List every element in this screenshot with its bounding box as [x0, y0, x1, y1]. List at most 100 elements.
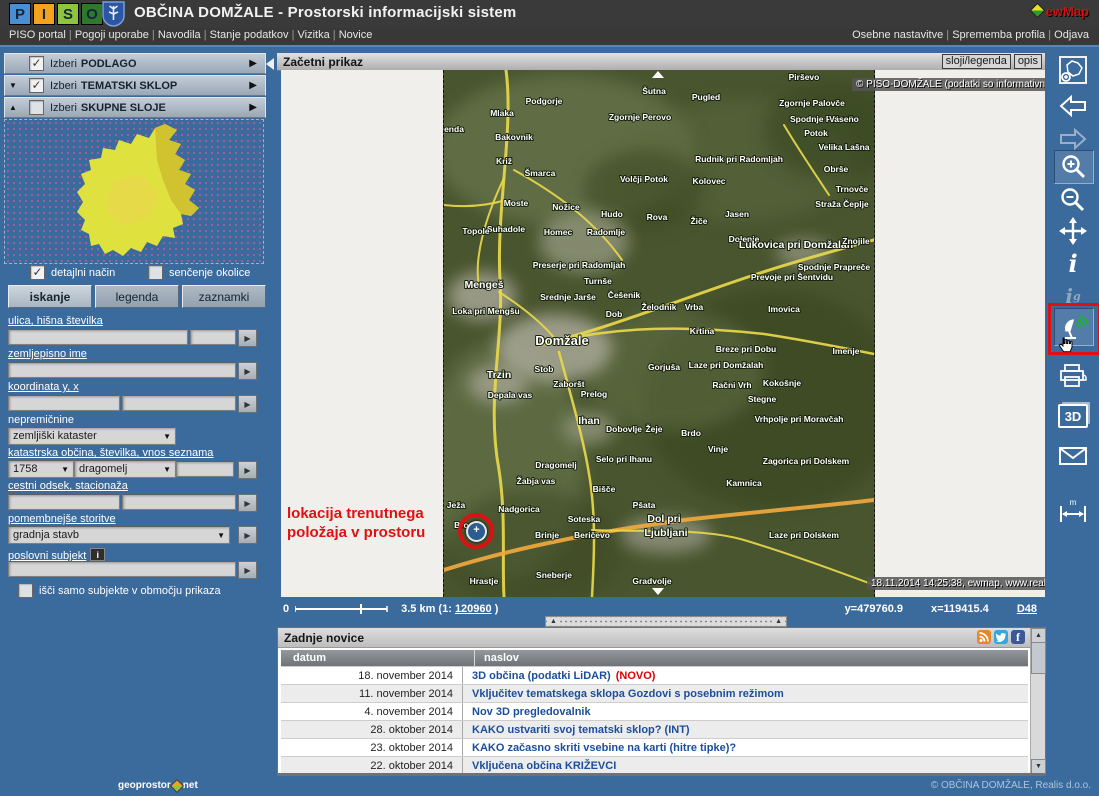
realestate-select[interactable]: zemljiški kataster ▼	[8, 427, 176, 445]
geoprostor-logo[interactable]: geoprostornet	[118, 780, 198, 791]
gps-position-marker[interactable]: +	[466, 521, 487, 542]
menu-item[interactable]: Vizitka	[298, 29, 330, 41]
news-scrollbar[interactable]: ▲ ▼	[1030, 628, 1045, 774]
menu-item[interactable]: Odjava	[1054, 29, 1089, 41]
municipality-overview-map[interactable]	[4, 119, 264, 264]
zoom-out-button[interactable]	[1054, 184, 1092, 216]
street-search-button[interactable]: ▶	[238, 329, 257, 347]
realestate-value: zemljiški kataster	[13, 430, 97, 442]
layers-legend-button[interactable]: sloji/legenda	[942, 54, 1011, 69]
aerial-map-image[interactable]: PirševoŠutnaPodgorjePugledZgornje Palovč…	[443, 70, 875, 597]
geoname-label[interactable]: zemljepisno ime	[8, 348, 87, 360]
map-place-label: Zgornje Perovo	[609, 112, 671, 122]
street-number-input[interactable]	[190, 329, 236, 345]
road-search-button[interactable]: ▶	[238, 494, 257, 512]
services-search-button[interactable]: ▶	[238, 526, 257, 544]
realestate-label: nepremičnine	[8, 414, 74, 426]
pan-up-arrow[interactable]	[652, 71, 664, 78]
news-link[interactable]: Nov 3D pregledovalnik	[472, 706, 591, 718]
scrollbar-thumb[interactable]	[1031, 642, 1046, 674]
services-label[interactable]: pomembnejše storitve	[8, 513, 116, 525]
tab-legenda[interactable]: legenda	[95, 285, 179, 308]
road-section-input[interactable]	[8, 494, 120, 510]
podlago-checkbox[interactable]: ✓	[29, 56, 44, 71]
cadastral-code-select[interactable]: 1758 ▼	[8, 460, 74, 478]
section-tematski-sklop[interactable]: ▼ ✓ Izberi TEMATSKI SKLOP ▶	[4, 75, 266, 96]
zoom-in-button[interactable]	[1054, 150, 1094, 184]
menu-item[interactable]: Sprememba profila	[952, 29, 1045, 41]
map-place-label: Vrhpolje pri Moravčah	[755, 414, 844, 424]
map-viewport[interactable]: PirševoŠutnaPodgorjePugledZgornje Palovč…	[281, 70, 1045, 597]
business-filter-checkbox[interactable]	[18, 583, 33, 598]
collapse-down-icon[interactable]: ▼	[5, 81, 21, 90]
cadastral-number-input[interactable]	[176, 461, 234, 477]
scale-ruler[interactable]	[295, 603, 395, 615]
expand-right-icon[interactable]: ▶	[249, 102, 257, 113]
business-search-button[interactable]: ▶	[238, 561, 257, 579]
sidebar-collapse-arrow[interactable]	[266, 58, 274, 70]
cadastral-name-select[interactable]: dragomelj ▼	[74, 460, 176, 478]
geoname-input[interactable]	[8, 362, 236, 378]
section-label: Izberi	[50, 102, 77, 114]
pan-button[interactable]	[1054, 215, 1092, 247]
rss-icon[interactable]	[977, 630, 991, 644]
cadastral-search-button[interactable]: ▶	[238, 461, 257, 479]
road-station-input[interactable]	[122, 494, 236, 510]
coordinate-y-input[interactable]	[8, 395, 120, 411]
map-place-label: Soteska	[568, 514, 601, 524]
shading-checkbox[interactable]	[148, 265, 163, 280]
news-link[interactable]: KAKO začasno skriti vsebine na karti (hi…	[472, 742, 736, 754]
full-extent-button[interactable]	[1054, 54, 1092, 86]
pan-down-arrow[interactable]	[652, 588, 664, 595]
menu-item[interactable]: PISO portal	[9, 29, 66, 41]
menu-item[interactable]: Stanje podatkov	[210, 29, 289, 41]
column-naslov[interactable]: naslov	[475, 652, 1028, 664]
detail-mode-checkbox[interactable]: ✓	[30, 265, 45, 280]
info-button[interactable]: i	[1054, 247, 1092, 279]
map-place-label: Sneberje	[536, 570, 572, 580]
coordinate-search-button[interactable]: ▶	[238, 395, 257, 413]
business-input[interactable]	[8, 561, 236, 577]
coordinate-x-input[interactable]	[122, 395, 236, 411]
collapse-up-icon[interactable]: ▲	[5, 103, 21, 112]
back-arrow-button[interactable]	[1054, 90, 1092, 122]
news-link[interactable]: 3D občina (podatki LiDAR)	[472, 670, 611, 682]
section-podlago[interactable]: ✓ Izberi PODLAGO ▶	[4, 53, 266, 74]
menu-item[interactable]: Osebne nastavitve	[852, 29, 943, 41]
twitter-icon[interactable]	[994, 630, 1008, 644]
skupni-checkbox[interactable]	[29, 100, 44, 115]
menu-item[interactable]: Pogoji uporabe	[75, 29, 149, 41]
tab-iskanje[interactable]: iskanje	[8, 285, 92, 308]
news-header: Zadnje novice	[278, 628, 1045, 648]
expand-right-icon[interactable]: ▶	[249, 80, 257, 91]
print-button[interactable]	[1054, 360, 1092, 392]
facebook-icon[interactable]: f	[1011, 630, 1025, 644]
tematski-checkbox[interactable]: ✓	[29, 78, 44, 93]
services-select[interactable]: gradnja stavb ▼	[8, 526, 230, 544]
expand-right-icon[interactable]: ▶	[249, 58, 257, 69]
datum-link[interactable]: D48	[1017, 603, 1037, 615]
section-skupni-sloji[interactable]: ▲ Izberi SKUPNE SLOJE ▶	[4, 97, 266, 118]
news-link[interactable]: Vključitev tematskega sklopa Gozdovi s p…	[472, 688, 784, 700]
tab-zaznamki[interactable]: zaznamki	[182, 285, 266, 308]
street-label[interactable]: ulica, hišna številka	[8, 315, 103, 327]
menu-item[interactable]: Navodila	[158, 29, 201, 41]
scroll-down-arrow[interactable]: ▼	[1031, 759, 1046, 774]
news-link[interactable]: Vključena občina KRIŽEVCI	[472, 760, 616, 772]
3d-view-button[interactable]: 3D	[1054, 400, 1092, 432]
scroll-up-arrow[interactable]: ▲	[1031, 628, 1046, 643]
scale-value-link[interactable]: 120960	[455, 603, 492, 615]
street-input[interactable]	[8, 329, 188, 345]
geoname-search-button[interactable]: ▶	[238, 362, 257, 380]
news-panel-resize-handle[interactable]: ▲ ▲	[545, 616, 787, 627]
coordinate-label[interactable]: koordinata y, x	[8, 381, 79, 393]
cadastral-label[interactable]: katastrska občina, številka, vnos seznam…	[8, 447, 213, 459]
news-link[interactable]: KAKO ustvariti svoj tematski sklop? (INT…	[472, 724, 690, 736]
column-datum[interactable]: datum	[281, 650, 475, 666]
mail-button[interactable]	[1054, 440, 1092, 472]
description-button[interactable]: opis	[1014, 54, 1042, 69]
menu-item[interactable]: Novice	[339, 29, 373, 41]
road-section-label[interactable]: cestni odsek, stacionaža	[8, 480, 128, 492]
business-info-icon[interactable]: i	[90, 548, 105, 561]
measure-button[interactable]: m	[1054, 495, 1092, 527]
